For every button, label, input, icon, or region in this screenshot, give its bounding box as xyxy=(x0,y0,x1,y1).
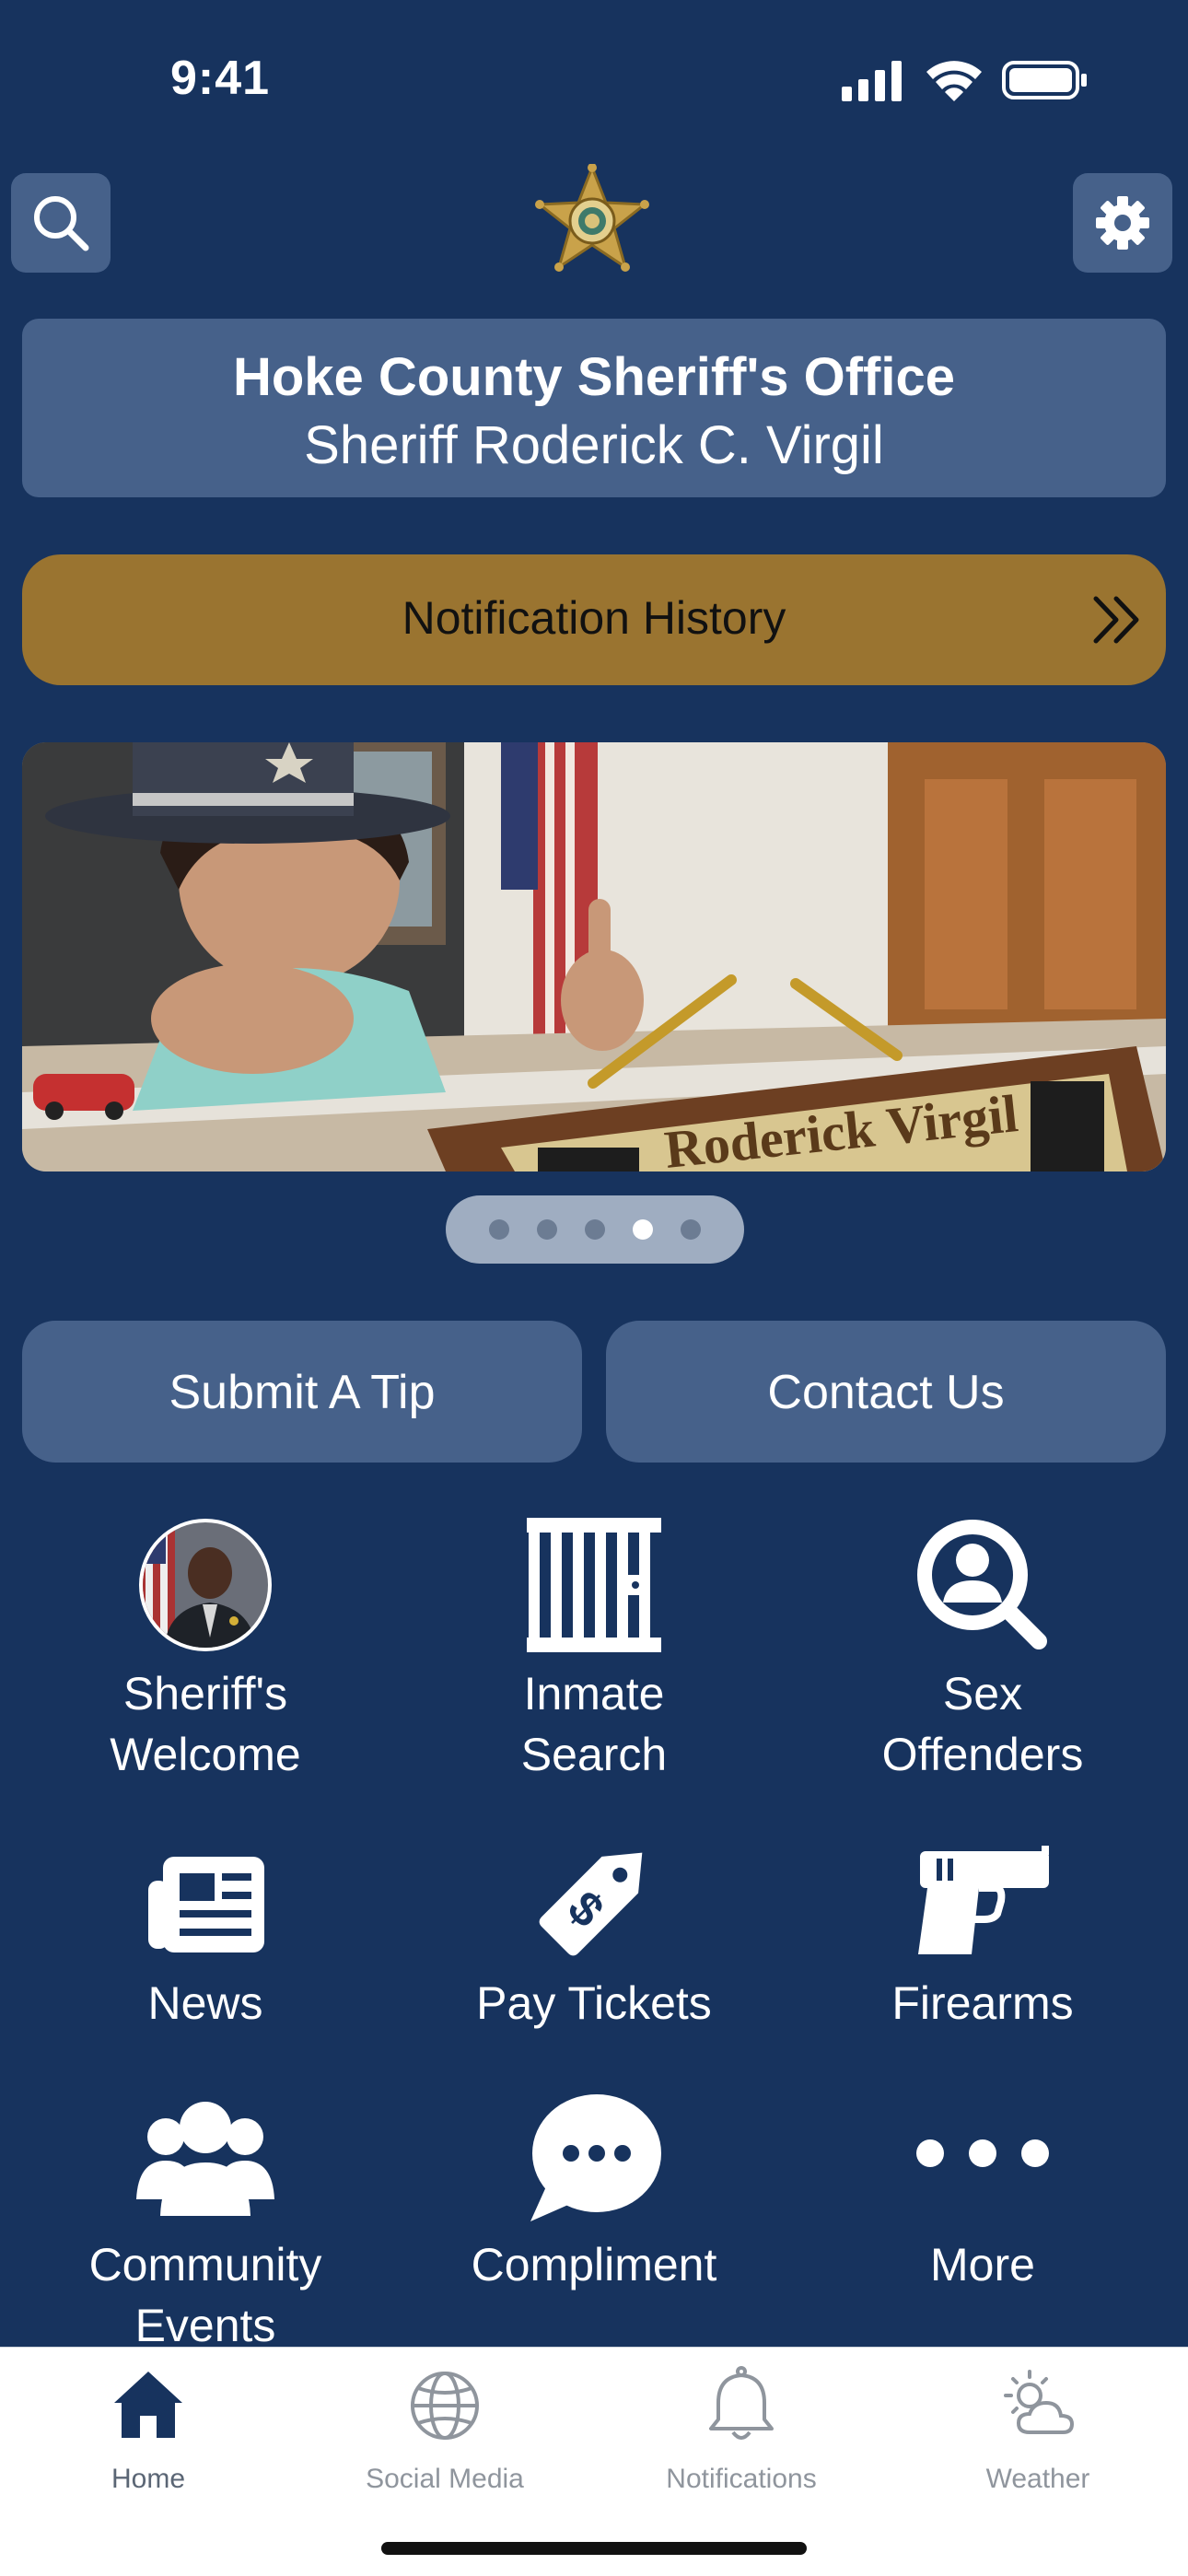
home-icon xyxy=(114,2372,182,2438)
search-button[interactable] xyxy=(11,173,111,273)
grid-item-sheriffs-welcome[interactable]: Sheriff's Welcome xyxy=(21,1510,390,1787)
cellular-signal-icon xyxy=(842,61,902,101)
grid-item-label: Pay Tickets xyxy=(476,1977,712,2029)
submit-tip-label: Submit A Tip xyxy=(169,1366,436,1419)
settings-button[interactable] xyxy=(1073,173,1172,273)
grid-item-label: Compliment xyxy=(471,2239,717,2290)
newspaper-icon xyxy=(148,1857,264,1952)
grid-item-label: Community xyxy=(88,2239,322,2290)
price-tag-icon: $ xyxy=(539,1852,643,1956)
status-icons xyxy=(842,61,1087,101)
pistol-icon xyxy=(918,1846,1049,1954)
grid-item-more[interactable]: More xyxy=(798,2092,1167,2295)
tab-label: Weather xyxy=(985,2464,1090,2494)
double-chevron-right-icon xyxy=(1093,596,1139,644)
grid-item-news[interactable]: News xyxy=(21,1838,390,2041)
grid-item-label: Search xyxy=(520,1729,668,1780)
battery-icon xyxy=(1002,61,1087,99)
carousel-image[interactable]: Roderick Virgil xyxy=(22,742,1166,1171)
sheriff-portrait-avatar xyxy=(139,1519,272,1651)
notification-history-label: Notification History xyxy=(402,592,786,644)
grid-item-community-events[interactable]: Community Events xyxy=(21,2092,390,2351)
sheriff-name: Sheriff Roderick C. Virgil xyxy=(304,415,884,475)
grid-item-label: More xyxy=(930,2239,1035,2290)
carousel-page-indicator[interactable] xyxy=(446,1195,744,1264)
carousel-dot[interactable] xyxy=(681,1219,701,1240)
jail-bars-icon xyxy=(527,1518,661,1652)
people-group-icon xyxy=(136,2102,274,2216)
tab-label: Notifications xyxy=(666,2464,817,2494)
sheriff-badge-logo xyxy=(535,164,649,272)
wifi-icon xyxy=(926,61,982,101)
carousel-dot[interactable] xyxy=(537,1219,557,1240)
tab-label: Social Media xyxy=(366,2464,524,2494)
grid-item-label: Offenders xyxy=(881,1729,1084,1780)
tab-notifications[interactable]: Notifications xyxy=(593,2364,890,2512)
page-title: Hoke County Sheriff's Office xyxy=(232,347,956,407)
carousel-dot[interactable] xyxy=(585,1219,605,1240)
office-title-card: Hoke County Sheriff's Office Sheriff Rod… xyxy=(22,319,1166,497)
tab-home[interactable]: Home xyxy=(0,2364,297,2512)
tab-label: Home xyxy=(111,2464,186,2494)
ellipsis-icon xyxy=(916,2139,1049,2167)
bell-icon xyxy=(709,2366,774,2440)
person-search-icon xyxy=(917,1520,1047,1649)
speech-bubble-icon xyxy=(530,2094,661,2221)
sun-cloud-icon xyxy=(1004,2370,1075,2434)
grid-item-sex-offenders[interactable]: Sex Offenders xyxy=(798,1510,1167,1787)
globe-icon xyxy=(411,2372,479,2440)
grid-item-inmate-search[interactable]: Inmate Search xyxy=(410,1510,778,1787)
contact-us-button[interactable]: Contact Us xyxy=(606,1321,1166,1463)
tab-weather[interactable]: Weather xyxy=(890,2364,1186,2512)
carousel-dot-active[interactable] xyxy=(633,1219,653,1240)
home-indicator xyxy=(381,2542,807,2555)
grid-item-label: Firearms xyxy=(891,1977,1074,2029)
grid-item-label: Welcome xyxy=(110,1729,301,1780)
grid-item-label: Sex xyxy=(942,1668,1023,1719)
grid-item-label: News xyxy=(147,1977,263,2029)
grid-item-firearms[interactable]: Firearms xyxy=(798,1838,1167,2041)
grid-item-label: Sheriff's xyxy=(122,1668,288,1719)
carousel-dot[interactable] xyxy=(489,1219,509,1240)
notification-history-button[interactable]: Notification History xyxy=(22,554,1166,685)
carousel-photo: Roderick Virgil xyxy=(22,742,1166,1171)
grid-item-compliment[interactable]: Compliment xyxy=(410,2092,778,2295)
tab-social-media[interactable]: Social Media xyxy=(297,2364,593,2512)
submit-tip-button[interactable]: Submit A Tip xyxy=(22,1321,582,1463)
grid-item-label: Inmate xyxy=(523,1668,665,1719)
search-icon xyxy=(34,196,89,251)
gear-icon xyxy=(1096,196,1149,250)
grid-item-pay-tickets[interactable]: $ Pay Tickets xyxy=(410,1838,778,2041)
status-time: 9:41 xyxy=(170,52,271,105)
contact-us-label: Contact Us xyxy=(767,1366,1005,1419)
